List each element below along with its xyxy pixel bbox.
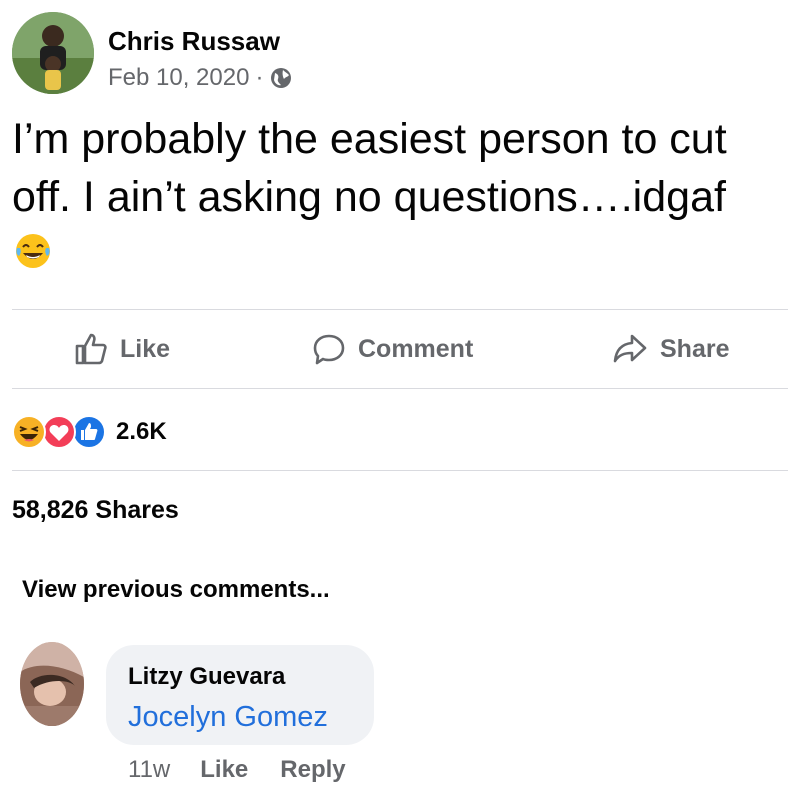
divider-middle: [12, 388, 788, 389]
share-arrow-icon: [613, 334, 647, 363]
divider-bottom: [12, 470, 788, 471]
comment-timestamp[interactable]: 11w: [128, 756, 170, 784]
reaction-count: 2.6K: [116, 418, 167, 445]
post-date[interactable]: Feb 10, 2020: [108, 64, 249, 92]
comment-reply-button[interactable]: Reply: [280, 756, 345, 784]
share-button-label: Share: [660, 334, 730, 363]
author-avatar[interactable]: [12, 12, 94, 94]
post-author-name[interactable]: Chris Russaw: [108, 26, 280, 57]
like-button[interactable]: Like: [74, 310, 170, 388]
like-reaction-icon: [72, 415, 106, 449]
comment-actions: 11w Like Reply: [128, 756, 346, 784]
face-with-tears-of-joy-icon: [14, 232, 52, 270]
comment-bubble: Litzy Guevara Jocelyn Gomez: [106, 645, 374, 745]
post-meta: Feb 10, 2020 ·: [108, 64, 293, 92]
post-action-bar: Like Comment Share: [12, 310, 788, 388]
meta-separator: ·: [255, 64, 264, 91]
thumbs-up-icon: [75, 333, 107, 365]
reactions-summary[interactable]: 2.6K: [10, 412, 167, 452]
reaction-icons: [10, 413, 110, 451]
share-count[interactable]: 58,826 Shares: [12, 496, 179, 525]
globe-icon: [269, 66, 293, 90]
comment-like-button[interactable]: Like: [200, 756, 248, 784]
commenter-name[interactable]: Litzy Guevara: [128, 663, 285, 691]
speech-bubble-icon: [313, 334, 345, 365]
commenter-avatar[interactable]: [20, 642, 84, 726]
love-reaction-icon: [42, 415, 76, 449]
mention-link[interactable]: Jocelyn Gomez: [128, 701, 328, 734]
share-button[interactable]: Share: [612, 310, 729, 388]
comment-button-label: Comment: [358, 334, 474, 363]
view-previous-comments-link[interactable]: View previous comments...: [22, 576, 330, 604]
like-button-label: Like: [120, 334, 171, 363]
post-header: Chris Russaw Feb 10, 2020 ·: [12, 12, 712, 98]
post-text: I’m probably the easiest person to cut o…: [12, 115, 727, 221]
comment-button[interactable]: Comment: [312, 310, 473, 388]
haha-reaction-icon: [12, 415, 46, 449]
